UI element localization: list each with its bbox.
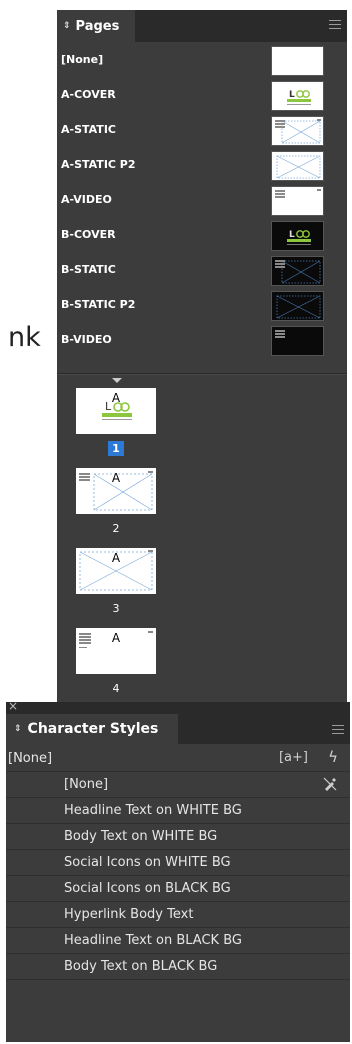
- tab-expand-icon[interactable]: ⇕: [14, 724, 22, 734]
- master-row[interactable]: B-STATIC: [57, 252, 347, 287]
- page-number: 3: [112, 602, 120, 615]
- page-item[interactable]: A 2: [76, 468, 156, 535]
- style-item-label: Social Icons on WHITE BG: [64, 855, 231, 870]
- character-styles-panel: × ⇕ Character Styles [None] [a+] ϟ [None…: [6, 699, 350, 1042]
- master-thumbnail[interactable]: [271, 151, 324, 181]
- text-lines-icon: [275, 260, 285, 269]
- tab-expand-icon[interactable]: ⇕: [63, 21, 71, 31]
- style-item-label: Hyperlink Body Text: [64, 907, 194, 922]
- character-styles-tab-bar: ⇕ Character Styles: [6, 714, 350, 744]
- text-lines-icon: [275, 190, 285, 199]
- current-style-label: [None]: [8, 751, 53, 766]
- text-lines-icon: [275, 330, 285, 339]
- tab-character-styles[interactable]: ⇕ Character Styles: [6, 714, 178, 744]
- corner-mark-icon: [317, 119, 321, 121]
- master-thumbnail[interactable]: L: [271, 81, 324, 111]
- master-row[interactable]: B-COVER L: [57, 217, 347, 252]
- style-item[interactable]: [None]: [6, 772, 350, 798]
- master-thumbnail[interactable]: [271, 186, 324, 216]
- background-document-text: nk: [8, 322, 41, 353]
- master-row[interactable]: B-STATIC P2: [57, 287, 347, 322]
- master-row[interactable]: A-COVER L: [57, 77, 347, 112]
- tab-pages[interactable]: ⇕ Pages: [57, 10, 135, 42]
- style-item[interactable]: Body Text on BLACK BG: [6, 954, 350, 980]
- panel-title-strip[interactable]: ×: [6, 699, 350, 714]
- master-label: A-STATIC: [61, 123, 116, 136]
- master-prefix: A: [111, 631, 121, 645]
- page-number: 1: [76, 441, 156, 456]
- pages-tab-bar: ⇕ Pages: [57, 10, 347, 42]
- master-label: A-STATIC P2: [61, 158, 136, 171]
- new-style-group-icon[interactable]: [a+]: [279, 750, 308, 765]
- master-row[interactable]: A-VIDEO: [57, 182, 347, 217]
- master-thumbnail[interactable]: [271, 291, 324, 321]
- svg-text:L: L: [289, 90, 295, 100]
- panel-menu-icon[interactable]: [332, 725, 344, 734]
- workspace: nk ⇕ Pages [None] A-COVER L A-STATIC A-S…: [0, 0, 352, 1044]
- master-label: B-STATIC: [61, 263, 116, 276]
- panel-menu-icon[interactable]: [329, 20, 341, 29]
- master-label: A-VIDEO: [61, 193, 112, 206]
- page-thumbnail[interactable]: A: [76, 628, 156, 674]
- placeholder-frame-icon: [276, 155, 321, 179]
- page-item[interactable]: A 4: [76, 628, 156, 695]
- style-item-label: [None]: [64, 777, 109, 792]
- page-number: 4: [112, 682, 120, 695]
- master-label: B-COVER: [61, 228, 116, 241]
- style-item[interactable]: Headline Text on BLACK BG: [6, 928, 350, 954]
- master-thumbnail[interactable]: [271, 256, 324, 286]
- page-number: 2: [112, 522, 120, 535]
- style-item-label: Body Text on WHITE BG: [64, 829, 218, 844]
- master-prefix: A: [111, 471, 121, 485]
- current-style-row: [None] [a+] ϟ: [6, 746, 350, 772]
- quick-apply-lightning-icon[interactable]: ϟ: [328, 748, 338, 766]
- text-lines-icon: [275, 120, 285, 129]
- svg-text:L: L: [105, 400, 112, 413]
- master-thumbnail[interactable]: [271, 46, 324, 76]
- tab-character-styles-label: Character Styles: [27, 721, 159, 737]
- style-item-label: Social Icons on BLACK BG: [64, 881, 231, 896]
- master-label: A-COVER: [61, 88, 116, 101]
- close-icon[interactable]: ×: [8, 699, 18, 713]
- tab-pages-label: Pages: [75, 18, 120, 34]
- master-row[interactable]: A-STATIC: [57, 112, 347, 147]
- clear-overrides-icon[interactable]: [322, 776, 338, 792]
- master-label: B-STATIC P2: [61, 298, 136, 311]
- spread-marker-icon: [112, 378, 122, 383]
- logo-icon: L: [102, 400, 132, 420]
- page-item[interactable]: A L 1: [76, 388, 156, 456]
- corner-mark-icon: [317, 189, 321, 191]
- style-item-label: Headline Text on WHITE BG: [64, 803, 242, 818]
- master-label: [None]: [61, 53, 104, 66]
- style-item[interactable]: Social Icons on BLACK BG: [6, 876, 350, 902]
- pages-panel: ⇕ Pages [None] A-COVER L A-STATIC A-STAT…: [57, 10, 347, 702]
- placeholder-frame-icon: [276, 295, 321, 319]
- master-prefix: A: [111, 551, 121, 565]
- master-row[interactable]: [None]: [57, 42, 347, 77]
- logo-icon: L: [287, 90, 311, 105]
- style-item-label: Body Text on BLACK BG: [64, 959, 218, 974]
- master-row[interactable]: B-VIDEO: [57, 322, 347, 357]
- master-pages-list: [None] A-COVER L A-STATIC A-STATIC P2 A-…: [57, 42, 347, 357]
- character-styles-list: [None] [a+] ϟ [None] Headline Text on WH…: [6, 746, 350, 980]
- style-item[interactable]: Body Text on WHITE BG: [6, 824, 350, 850]
- style-item[interactable]: Hyperlink Body Text: [6, 902, 350, 928]
- page-item[interactable]: A 3: [76, 548, 156, 615]
- style-item[interactable]: Headline Text on WHITE BG: [6, 798, 350, 824]
- page-thumbnail[interactable]: A L: [76, 388, 156, 434]
- style-item[interactable]: Social Icons on WHITE BG: [6, 850, 350, 876]
- page-thumbnail[interactable]: A: [76, 548, 156, 594]
- svg-text:L: L: [289, 230, 295, 240]
- masters-pages-divider[interactable]: [57, 373, 347, 375]
- master-row[interactable]: A-STATIC P2: [57, 147, 347, 182]
- logo-icon: L: [287, 230, 311, 245]
- master-thumbnail[interactable]: [271, 326, 324, 356]
- style-item-label: Headline Text on BLACK BG: [64, 933, 242, 948]
- page-thumbnail[interactable]: A: [76, 468, 156, 514]
- master-thumbnail[interactable]: [271, 116, 324, 146]
- master-label: B-VIDEO: [61, 333, 112, 346]
- master-thumbnail[interactable]: L: [271, 221, 324, 251]
